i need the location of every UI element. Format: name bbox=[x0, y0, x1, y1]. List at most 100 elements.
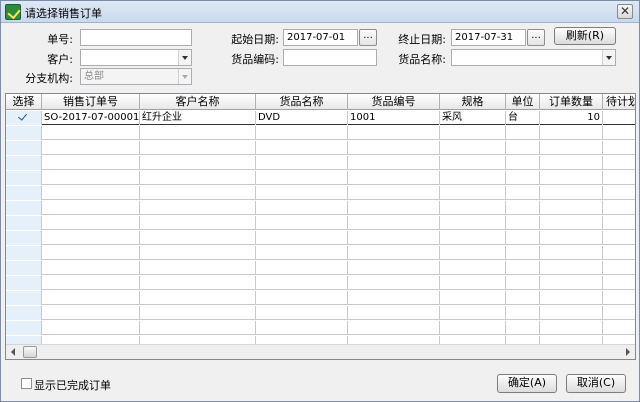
cell-select[interactable] bbox=[6, 321, 42, 335]
show-completed-checkbox[interactable] bbox=[21, 378, 32, 389]
cell-goods-code: 1001 bbox=[348, 111, 440, 125]
scrollbar-thumb[interactable] bbox=[23, 346, 37, 358]
cell-goods-code bbox=[348, 126, 440, 140]
cell-qty bbox=[540, 261, 603, 275]
cell-select[interactable] bbox=[6, 246, 42, 260]
header-col-goods-code[interactable]: 货品编号 bbox=[348, 94, 440, 110]
cell-select[interactable] bbox=[6, 216, 42, 230]
cell-pending bbox=[603, 141, 635, 155]
cell-goods-name bbox=[256, 201, 348, 215]
header-col-qty[interactable]: 订单数量 bbox=[540, 94, 603, 110]
cancel-button[interactable]: 取消(C) bbox=[566, 374, 626, 393]
cell-select[interactable] bbox=[6, 111, 42, 125]
close-button[interactable]: ✕ bbox=[617, 4, 633, 19]
cell-goods-name: DVD bbox=[256, 111, 348, 125]
cell-customer bbox=[140, 246, 256, 260]
cell-customer: 红升企业 bbox=[140, 111, 256, 125]
title-bar: 请选择销售订单 ✕ bbox=[1, 1, 639, 23]
end-date-label: 终止日期: bbox=[398, 33, 446, 46]
header-col-unit[interactable]: 单位 bbox=[506, 94, 540, 110]
cell-customer bbox=[140, 156, 256, 170]
cell-order-no bbox=[42, 201, 140, 215]
cell-goods-code bbox=[348, 321, 440, 335]
table-row[interactable] bbox=[6, 321, 635, 335]
cell-qty bbox=[540, 201, 603, 215]
cell-spec bbox=[440, 171, 506, 185]
end-date-input[interactable]: 2017-07-31 bbox=[451, 29, 526, 46]
table-row[interactable] bbox=[6, 261, 635, 275]
goods-name-select[interactable] bbox=[451, 49, 616, 66]
table-row[interactable] bbox=[6, 231, 635, 245]
cell-select[interactable] bbox=[6, 126, 42, 140]
header-col-pending[interactable]: 待计划 bbox=[603, 94, 635, 110]
start-date-input[interactable]: 2017-07-01 bbox=[283, 29, 358, 46]
table-row[interactable] bbox=[6, 291, 635, 305]
cell-select[interactable] bbox=[6, 171, 42, 185]
scroll-left-icon[interactable] bbox=[11, 348, 15, 356]
cell-order-no bbox=[42, 216, 140, 230]
start-date-picker-button[interactable]: ... bbox=[359, 29, 377, 46]
header-col-customer[interactable]: 客户名称 bbox=[140, 94, 256, 110]
cell-select[interactable] bbox=[6, 231, 42, 245]
cell-qty bbox=[540, 276, 603, 290]
table-row[interactable] bbox=[6, 156, 635, 170]
cell-unit: 台 bbox=[506, 111, 540, 125]
cell-select[interactable] bbox=[6, 141, 42, 155]
cell-unit bbox=[506, 231, 540, 245]
table-row[interactable]: SO-2017-07-00001 红升企业 DVD 1001 采风台 10 bbox=[6, 111, 635, 125]
cell-qty bbox=[540, 126, 603, 140]
cell-goods-name bbox=[256, 291, 348, 305]
table-row[interactable] bbox=[6, 171, 635, 185]
table-row[interactable] bbox=[6, 141, 635, 155]
table-row[interactable] bbox=[6, 126, 635, 140]
table-row[interactable] bbox=[6, 246, 635, 260]
header-col-spec[interactable]: 规格 bbox=[440, 94, 506, 110]
header-col-goods-name[interactable]: 货品名称 bbox=[256, 94, 348, 110]
cell-pending bbox=[603, 321, 635, 335]
cell-order-no bbox=[42, 231, 140, 245]
cell-select[interactable] bbox=[6, 186, 42, 200]
cell-goods-name bbox=[256, 261, 348, 275]
cell-select[interactable] bbox=[6, 156, 42, 170]
cell-order-no bbox=[42, 141, 140, 155]
scroll-right-icon[interactable] bbox=[626, 348, 630, 356]
table-row[interactable] bbox=[6, 201, 635, 215]
chevron-down-icon[interactable] bbox=[178, 50, 191, 65]
cell-spec bbox=[440, 231, 506, 245]
cell-customer bbox=[140, 261, 256, 275]
table-row[interactable] bbox=[6, 276, 635, 290]
table-row[interactable] bbox=[6, 186, 635, 200]
ok-button[interactable]: 确定(A) bbox=[497, 374, 557, 393]
cell-pending bbox=[603, 171, 635, 185]
header-col-select[interactable]: 选择 bbox=[6, 94, 42, 110]
cell-goods-name bbox=[256, 306, 348, 320]
cell-goods-name bbox=[256, 171, 348, 185]
app-check-icon bbox=[5, 4, 21, 20]
header-col-order-no[interactable]: 销售订单号 bbox=[42, 94, 140, 110]
customer-select[interactable] bbox=[80, 49, 192, 66]
cell-goods-name bbox=[256, 141, 348, 155]
horizontal-scrollbar[interactable] bbox=[6, 344, 635, 359]
grid-header: 选择 销售订单号 客户名称 货品名称 货品编号 规格 单位 订单数量 待计划 bbox=[6, 94, 635, 110]
cell-unit bbox=[506, 141, 540, 155]
cell-goods-code bbox=[348, 306, 440, 320]
order-no-input[interactable] bbox=[80, 29, 192, 46]
end-date-picker-button[interactable]: ... bbox=[527, 29, 545, 46]
cell-select[interactable] bbox=[6, 201, 42, 215]
cell-goods-code bbox=[348, 216, 440, 230]
cell-select[interactable] bbox=[6, 261, 42, 275]
cell-spec bbox=[440, 156, 506, 170]
cell-spec bbox=[440, 291, 506, 305]
table-row[interactable] bbox=[6, 306, 635, 320]
cell-select[interactable] bbox=[6, 276, 42, 290]
chevron-down-icon[interactable] bbox=[602, 50, 615, 65]
goods-code-input[interactable] bbox=[283, 49, 377, 66]
branch-value: 总部 bbox=[84, 71, 104, 82]
table-row[interactable] bbox=[6, 216, 635, 230]
cell-select[interactable] bbox=[6, 306, 42, 320]
cell-goods-code bbox=[348, 171, 440, 185]
cell-select[interactable] bbox=[6, 291, 42, 305]
refresh-button[interactable]: 刷新(R) bbox=[554, 27, 616, 45]
cell-order-no bbox=[42, 276, 140, 290]
window-title: 请选择销售订单 bbox=[25, 7, 102, 20]
